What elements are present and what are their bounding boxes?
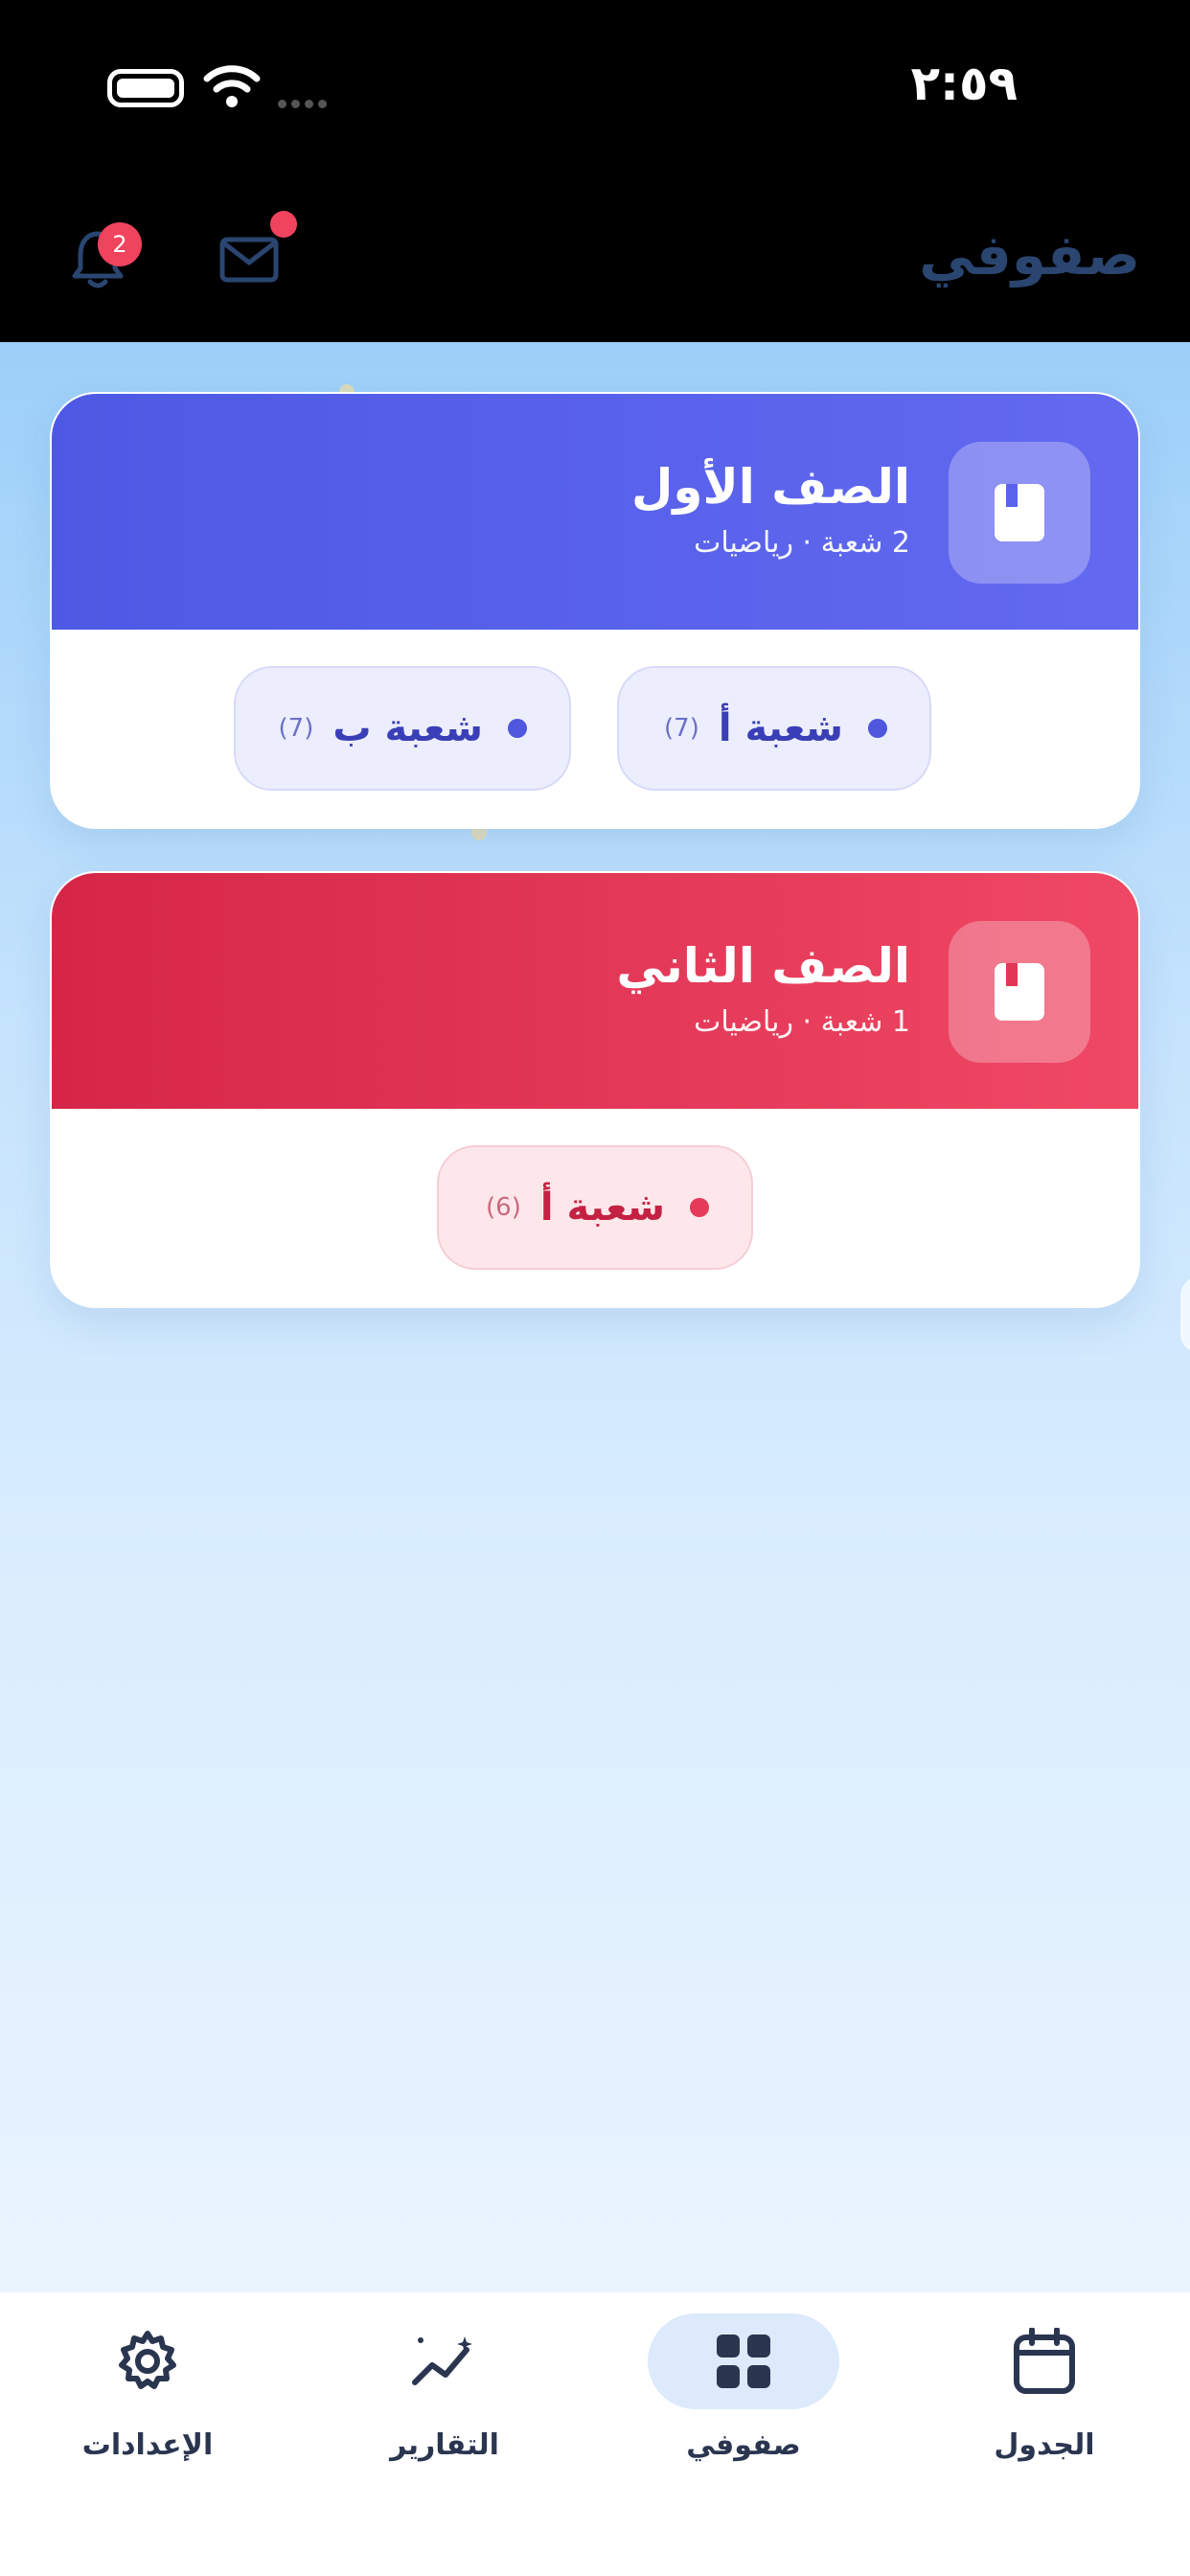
edge-scroll-hint [1180, 1276, 1190, 1353]
section-chip[interactable]: شعبة ب (7) [234, 666, 571, 791]
tab-label: الجدول [994, 2428, 1095, 2462]
sections-row: شعبة أ (7) شعبة ب (7) [52, 630, 1138, 827]
book-icon [949, 442, 1090, 584]
section-count: (6) [486, 1193, 521, 1222]
section-label: شعبة ب [332, 706, 483, 750]
class-card[interactable]: الصف الثاني 1 شعبة · رياضيات شعبة أ (6) [50, 871, 1140, 1308]
main-content: الصف الأول 2 شعبة · رياضيات شعبة أ (7) ش… [0, 342, 1190, 2292]
section-label: شعبة أ [718, 706, 843, 750]
page-title: صفوفي [919, 222, 1140, 288]
notification-badge: 2 [98, 222, 142, 266]
section-count: (7) [664, 714, 699, 743]
top-bar: ٢:٥٩ صفوفي 2 [0, 0, 1190, 342]
section-chip[interactable]: شعبة أ (7) [617, 666, 931, 791]
gear-icon [119, 2331, 176, 2389]
tab-label: التقارير [390, 2428, 499, 2462]
tab-settings[interactable]: الإعدادات [42, 2292, 253, 2503]
mail-icon[interactable] [218, 236, 280, 284]
section-label: شعبة أ [539, 1185, 665, 1230]
class-subtitle: 1 شعبة · رياضيات [694, 1005, 910, 1039]
section-dot [508, 719, 527, 738]
class-card[interactable]: الصف الأول 2 شعبة · رياضيات شعبة أ (7) ش… [50, 392, 1140, 829]
tab-label: صفوفي [686, 2428, 801, 2462]
class-subtitle: 2 شعبة · رياضيات [694, 526, 910, 560]
wifi-icon [203, 65, 261, 107]
cellular-signal-icon [278, 94, 339, 108]
section-count: (7) [278, 714, 314, 743]
class-title: الصف الأول [631, 459, 910, 515]
battery-icon [107, 69, 184, 107]
section-dot [690, 1198, 709, 1217]
chart-icon [412, 2336, 472, 2385]
grid-icon [717, 2334, 770, 2388]
class-card-header[interactable]: الصف الثاني 1 شعبة · رياضيات [52, 873, 1138, 1109]
tab-schedule[interactable]: الجدول [939, 2292, 1150, 2503]
sections-row: شعبة أ (6) [52, 1109, 1138, 1306]
section-dot [868, 719, 887, 738]
bottom-tab-bar: الجدول صفوفي التقارير الإعدادات [0, 2292, 1190, 2576]
tab-label: الإعدادات [81, 2428, 214, 2462]
section-chip[interactable]: شعبة أ (6) [437, 1145, 753, 1270]
messages-unread-dot [270, 211, 297, 238]
tab-reports[interactable]: التقارير [339, 2292, 550, 2503]
tab-my-classes[interactable]: صفوفي [638, 2292, 849, 2503]
book-icon [949, 921, 1090, 1063]
class-card-header[interactable]: الصف الأول 2 شعبة · رياضيات [52, 394, 1138, 630]
class-title: الصف الثاني [616, 938, 910, 994]
status-time: ٢:٥٩ [910, 56, 1018, 111]
calendar-icon [1014, 2328, 1075, 2394]
